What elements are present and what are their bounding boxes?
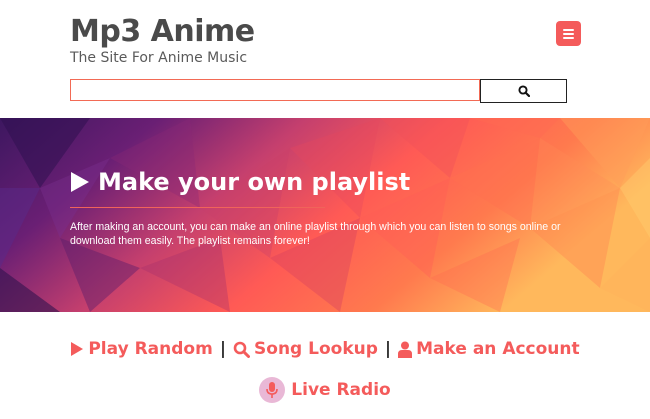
song-lookup-label: Song Lookup — [254, 339, 378, 359]
site-title[interactable]: Mp3 Anime — [70, 14, 255, 49]
user-icon — [398, 341, 413, 358]
hamburger-menu-icon-bar — [563, 32, 574, 35]
hamburger-menu-icon — [563, 28, 574, 31]
live-radio-link[interactable]: Live Radio — [0, 375, 650, 405]
site-tagline: The Site For Anime Music — [70, 50, 248, 66]
search-icon — [517, 85, 530, 97]
hero-description: After making an account, you can make an… — [70, 221, 561, 247]
play-random-label: Play Random — [88, 339, 213, 359]
hero-divider — [70, 207, 325, 208]
search-icon — [233, 341, 251, 358]
search-input[interactable] — [70, 79, 480, 101]
menu-button[interactable] — [556, 21, 581, 46]
link-separator: | — [219, 339, 227, 359]
hero-title-text: Make your own playlist — [98, 168, 411, 196]
link-separator: | — [384, 339, 392, 359]
hero-title: Make your own playlist — [70, 168, 410, 196]
microphone-icon — [259, 377, 286, 403]
site-header: Mp3 Anime The Site For Anime Music — [0, 0, 650, 118]
hamburger-menu-icon-bar — [563, 36, 574, 39]
play-icon — [71, 342, 84, 356]
search-button[interactable] — [480, 79, 567, 103]
play-random-link[interactable]: Play Random — [70, 339, 213, 359]
hero-background — [0, 118, 650, 312]
song-lookup-link[interactable]: Song Lookup — [233, 339, 378, 359]
make-account-link[interactable]: Make an Account — [398, 339, 580, 359]
live-radio-label: Live Radio — [291, 380, 391, 400]
play-icon — [71, 172, 89, 192]
make-account-label: Make an Account — [416, 339, 580, 359]
quick-links: Play Random | Song Lookup | Make an Acco… — [0, 336, 650, 362]
hero-banner — [0, 118, 650, 312]
